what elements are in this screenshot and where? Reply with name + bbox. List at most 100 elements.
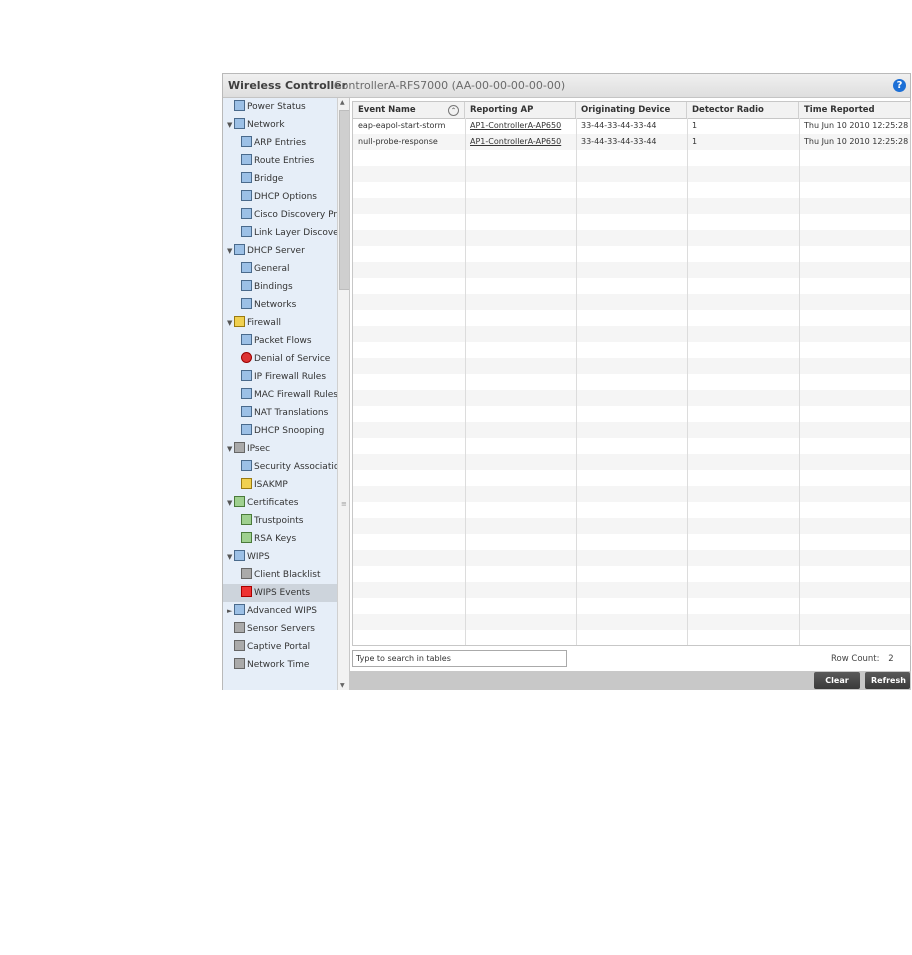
sidebar: Power Status ▼ Network ARP Entries Route Ent… [223,98,350,690]
wips-icon [234,550,245,561]
app-title: Wireless Controller [228,79,348,92]
table-row [353,534,910,550]
sidebar-item-bridge[interactable]: Bridge [223,170,349,188]
scroll-grip-icon: ≡ [341,500,347,508]
help-icon[interactable]: ? [893,79,906,92]
mac-rules-icon [241,388,252,399]
title-bar: Wireless Controller ControllerA-RFS7000 … [223,74,910,98]
table-row[interactable]: eap-eapol-start-storm AP1-ControllerA-AP6… [353,118,910,134]
scroll-thumb[interactable] [339,110,349,290]
sidebar-item-general[interactable]: General [223,260,349,278]
sidebar-item-security-association[interactable]: Security Association: [223,458,349,476]
column-time-reported[interactable]: Time Reported [799,102,910,118]
ipsec-icon [234,442,245,453]
sidebar-item-networks[interactable]: Networks [223,296,349,314]
sidebar-item-client-blacklist[interactable]: Client Blacklist [223,566,349,584]
expand-arrow-icon[interactable]: ▼ [227,494,234,512]
dhcp-icon [241,190,252,201]
sidebar-item-mac-firewall-rules[interactable]: MAC Firewall Rules [223,386,349,404]
sidebar-item-sensor-servers[interactable]: Sensor Servers [223,620,348,638]
column-event-name[interactable]: Event Name ⌃ [353,102,465,118]
advanced-wips-icon [234,604,245,615]
column-divider [576,118,577,645]
table-row[interactable]: null-probe-response AP1-ControllerA-AP650… [353,134,910,150]
controller-name: ControllerA-RFS7000 (AA-00-00-00-00-00) [334,79,566,92]
table-cell: 33-44-33-44-33-44 [581,137,657,146]
sidebar-item-label: DHCP Options [254,192,317,202]
column-reporting-ap[interactable]: Reporting AP [465,102,576,118]
sidebar-item-captive-portal[interactable]: Captive Portal [223,638,348,656]
sidebar-item-certificates[interactable]: ▼ Certificates [223,494,341,512]
table-row [353,342,910,358]
sidebar-item-trustpoints[interactable]: Trustpoints [223,512,349,530]
expand-arrow-icon[interactable]: ▼ [227,116,234,134]
sidebar-item-label: Trustpoints [254,516,304,526]
reporting-ap-link[interactable]: AP1-ControllerA-AP650 [465,134,576,150]
table-row [353,374,910,390]
table-cell: Thu Jun 10 2010 12:25:28 PM [804,137,911,146]
column-divider [799,118,800,645]
table-row [353,422,910,438]
table-row [353,454,910,470]
sidebar-item-label: General [254,264,290,274]
sidebar-item-link-layer-discovery[interactable]: Link Layer Discovery [223,224,349,242]
sidebar-item-label: RSA Keys [254,534,297,544]
sidebar-item-bindings[interactable]: Bindings [223,278,349,296]
scroll-down-icon[interactable]: ▼ [340,682,345,689]
column-detector-radio[interactable]: Detector Radio [687,102,799,118]
reporting-ap-link[interactable]: AP1-ControllerA-AP650 [465,118,576,134]
sidebar-item-label: WIPS [247,552,270,562]
table-search-input[interactable]: Type to search in tables [352,650,567,667]
sidebar-item-ipsec[interactable]: ▼ IPsec [223,440,341,458]
refresh-button[interactable]: Refresh [865,672,910,689]
row-count-value: 2 [888,654,894,664]
table-cell: Thu Jun 10 2010 12:25:28 PM [804,121,911,130]
column-originating-device[interactable]: Originating Device [576,102,687,118]
sidebar-item-network-time[interactable]: Network Time [223,656,348,674]
sidebar-item-ip-firewall-rules[interactable]: IP Firewall Rules [223,368,349,386]
sidebar-item-wips[interactable]: ▼ WIPS [223,548,341,566]
table-row [353,486,910,502]
table-cell: 1 [692,137,698,146]
column-divider [687,118,688,645]
sidebar-item-advanced-wips[interactable]: ► Advanced WIPS [223,602,341,620]
expand-arrow-icon[interactable]: ▼ [227,440,234,458]
network-icon [234,118,245,129]
sidebar-item-firewall[interactable]: ▼ Firewall [223,314,341,332]
sidebar-item-dhcp-server[interactable]: ▼ DHCP Server [223,242,341,260]
scroll-up-icon[interactable]: ▲ [340,99,345,106]
table-row [353,630,910,645]
sidebar-scrollbar[interactable]: ▲ ≡ ▼ [337,98,349,690]
sidebar-item-cisco-discovery-prot[interactable]: Cisco Discovery Prot [223,206,349,224]
sidebar-item-dhcp-options[interactable]: DHCP Options [223,188,349,206]
sidebar-item-isakmp[interactable]: ISAKMP [223,476,349,494]
sidebar-item-label: ISAKMP [254,480,288,490]
power-icon [234,100,245,111]
table-cell: null-probe-response [358,137,438,146]
expand-arrow-icon[interactable]: ▼ [227,314,234,332]
sidebar-item-route-entries[interactable]: Route Entries [223,152,349,170]
sidebar-item-arp-entries[interactable]: ARP Entries [223,134,349,152]
table-row [353,358,910,374]
sidebar-item-denial-of-service[interactable]: Denial of Service [223,350,349,368]
sidebar-item-label: Sensor Servers [247,624,315,634]
collapse-arrow-icon[interactable]: ► [227,602,234,620]
sidebar-item-power-status[interactable]: Power Status [223,98,348,116]
sidebar-item-label: DHCP Server [247,246,305,256]
rsa-icon [241,532,252,543]
sidebar-item-dhcp-snooping[interactable]: DHCP Snooping [223,422,349,440]
sidebar-item-wips-events[interactable]: WIPS Events [223,584,349,602]
table-row [353,502,910,518]
sidebar-item-packet-flows[interactable]: Packet Flows [223,332,349,350]
isakmp-icon [241,478,252,489]
expand-arrow-icon[interactable]: ▼ [227,242,234,260]
clear-all-button[interactable]: Clear All [814,672,860,702]
sidebar-item-network[interactable]: ▼ Network [223,116,341,134]
sidebar-item-nat-translations[interactable]: NAT Translations [223,404,349,422]
sidebar-item-rsa-keys[interactable]: RSA Keys [223,530,349,548]
expand-arrow-icon[interactable]: ▼ [227,548,234,566]
sidebar-item-label: MAC Firewall Rules [254,390,338,400]
sort-icon[interactable]: ⌃ [448,105,459,116]
sidebar-item-label: Captive Portal [247,642,311,652]
security-assoc-icon [241,460,252,471]
